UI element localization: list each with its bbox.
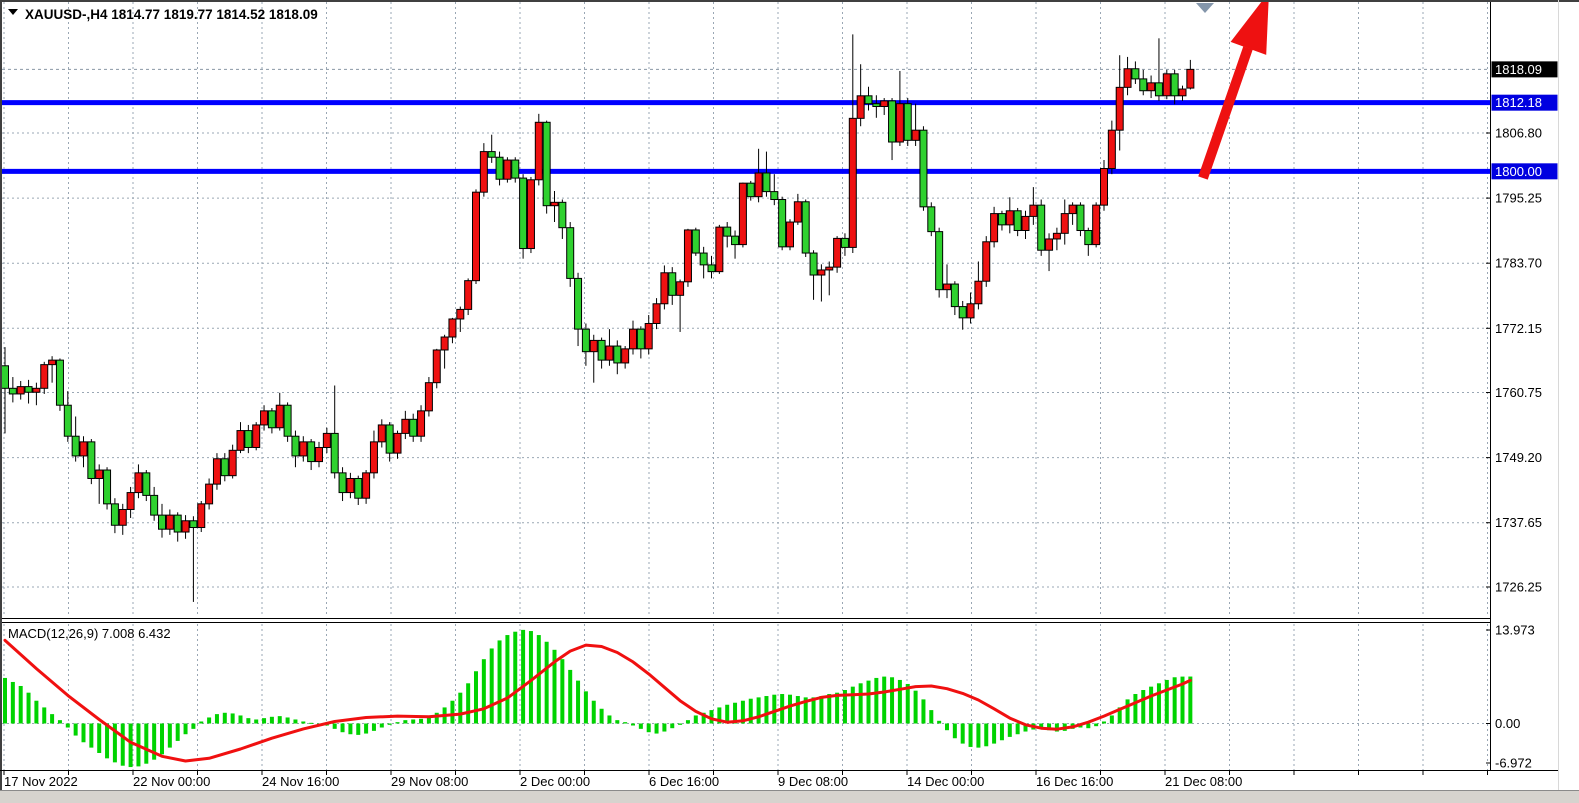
trading-chart-window: XAUUSD-,H4 1814.77 1819.77 1814.52 1818.…	[0, 0, 1579, 803]
macd-panel-area[interactable]	[2, 624, 1490, 770]
price-axis-scale[interactable]	[1491, 2, 1578, 770]
main-chart-plot-area[interactable]	[2, 2, 1490, 617]
bottom-window-strip	[0, 791, 1579, 803]
time-axis-scale[interactable]	[2, 771, 1490, 790]
